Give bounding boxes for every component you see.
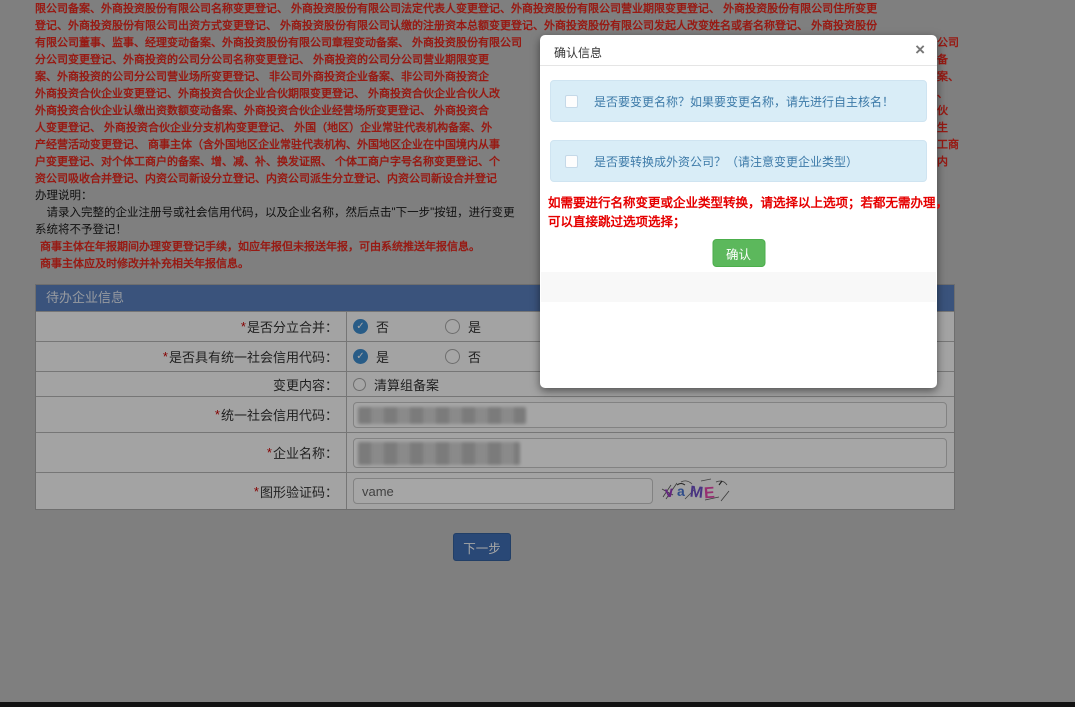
option-change-name[interactable]: 是否要变更名称？如果要变更名称，请先进行自主核名！ <box>550 80 927 122</box>
checkbox-unchecked-icon[interactable] <box>565 95 578 108</box>
modal-footer-band <box>541 272 936 302</box>
close-icon[interactable]: × <box>915 41 925 59</box>
modal-warning-text: 如需要进行名称变更或企业类型转换，请选择以上选项；若都无需办理， 可以直接跳过选… <box>548 194 931 232</box>
confirm-info-dialog: 确认信息 × 是否要变更名称？如果要变更名称，请先进行自主核名！ 是否要转换成外… <box>540 35 937 388</box>
option-label: 是否要变更名称？如果要变更名称，请先进行自主核名！ <box>594 93 894 110</box>
registration-page: 限公司备案、外商投资股份有限公司名称变更登记、 外商投资股份有限公司法定代表人变… <box>0 0 1075 707</box>
dialog-title: 确认信息 <box>554 46 602 60</box>
confirm-button[interactable]: 确认 <box>712 239 765 267</box>
checkbox-unchecked-icon[interactable] <box>565 155 578 168</box>
option-convert-foreign[interactable]: 是否要转换成外资公司？（请注意变更企业类型） <box>550 140 927 182</box>
option-label: 是否要转换成外资公司？（请注意变更企业类型） <box>594 153 858 170</box>
